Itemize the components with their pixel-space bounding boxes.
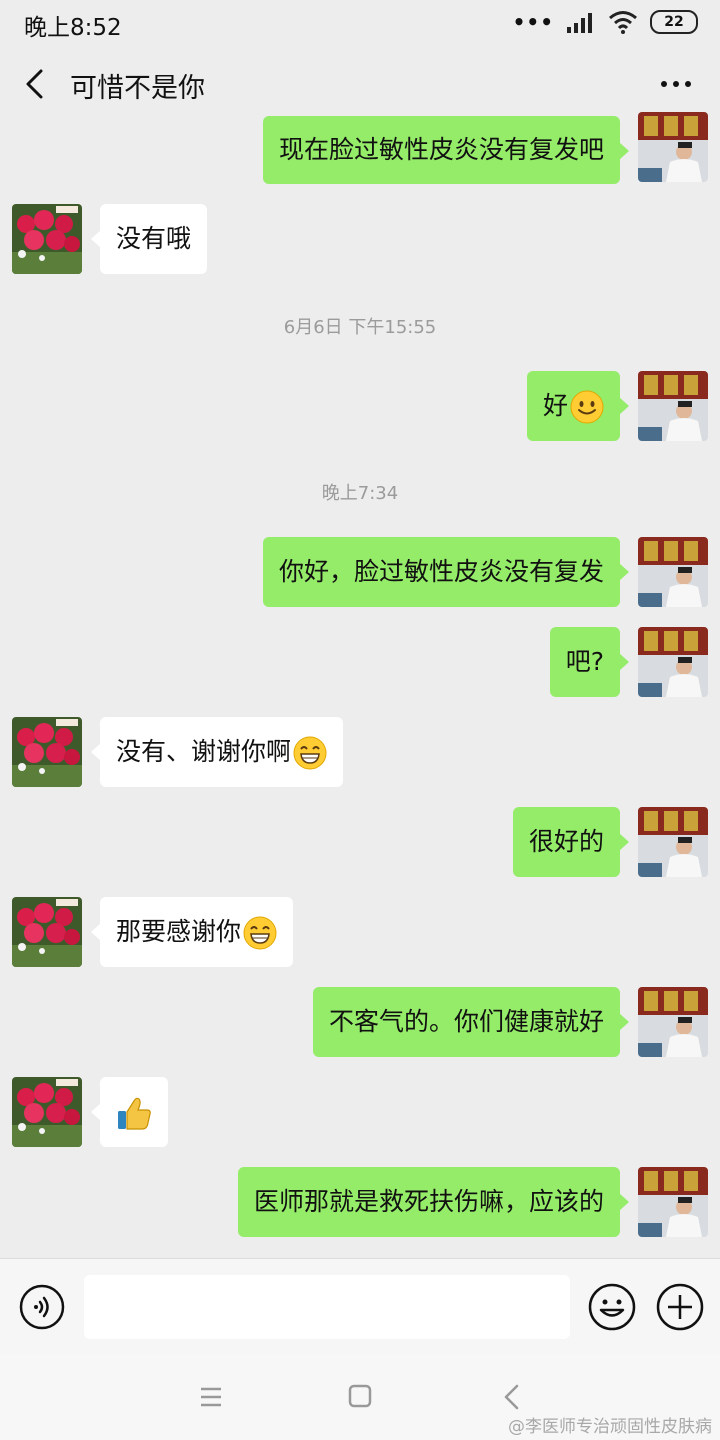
message-bubble[interactable]: 医师那就是救死扶伤嘛，应该的: [237, 1167, 630, 1237]
add-attachment-icon[interactable]: [654, 1281, 706, 1333]
status-icons: ••• 22: [513, 10, 698, 34]
status-time: 晚上8:52: [24, 15, 122, 41]
smile-emoji-icon: [570, 390, 604, 424]
chat-header: 可惜不是你: [0, 48, 720, 122]
more-options-icon[interactable]: [656, 66, 696, 102]
doctor-avatar[interactable]: [638, 627, 708, 697]
message-bubble[interactable]: 没有、谢谢你啊: [90, 717, 344, 787]
message-bubble[interactable]: 好: [526, 371, 630, 441]
message-text: 现在脸过敏性皮炎没有复发吧: [278, 135, 604, 164]
chat-message-received: 没有、谢谢你啊: [0, 717, 720, 787]
thumbs-up-emoji-icon: [118, 1097, 151, 1130]
message-input-bar: [0, 1258, 720, 1355]
chat-message-sent: 医师那就是救死扶伤嘛，应该的: [0, 1167, 720, 1237]
chat-timestamp: 6月6日 下午15:55: [283, 317, 437, 338]
signal-icon: [567, 13, 592, 33]
chat-message-sent: 好: [0, 371, 720, 441]
home-icon[interactable]: [346, 1382, 374, 1410]
back-arrow-icon[interactable]: [18, 66, 54, 102]
chat-message-sent: 吧?: [0, 627, 720, 697]
grin-emoji-icon: [243, 916, 277, 950]
message-bubble[interactable]: [91, 1077, 168, 1147]
emoji-picker-icon[interactable]: [586, 1281, 638, 1333]
wifi-icon: [609, 11, 637, 34]
system-nav-bar: @李医师专治顽固性皮肤病: [0, 1354, 720, 1440]
menu-icon[interactable]: [196, 1384, 226, 1410]
message-text: 没有哦: [116, 224, 192, 253]
back-icon[interactable]: [498, 1382, 526, 1412]
grin-emoji-icon: [293, 736, 327, 770]
message-text: 吧?: [565, 647, 604, 676]
chat-message-sent: 不客气的。你们健康就好: [0, 987, 720, 1057]
message-text: 很好的: [528, 827, 604, 856]
doctor-avatar[interactable]: [638, 1167, 708, 1237]
doctor-avatar[interactable]: [638, 112, 708, 182]
chat-message-sent: 现在脸过敏性皮炎没有复发吧: [0, 112, 720, 186]
chat-title: 可惜不是你: [70, 73, 205, 104]
watermark-text: @李医师专治顽固性皮肤病: [508, 1417, 712, 1437]
message-text: 好: [542, 391, 568, 420]
chat-timestamp: 晚上7:34: [321, 483, 399, 504]
battery-indicator: 22: [650, 10, 698, 34]
message-text: 医师那就是救死扶伤嘛，应该的: [253, 1187, 604, 1216]
message-bubble[interactable]: 不客气的。你们健康就好: [312, 987, 630, 1057]
patient-avatar[interactable]: [12, 204, 82, 274]
doctor-avatar[interactable]: [638, 537, 708, 607]
patient-avatar[interactable]: [12, 717, 82, 787]
message-bubble[interactable]: 那要感谢你: [90, 897, 294, 967]
message-text: 不客气的。你们健康就好: [328, 1007, 604, 1036]
chat-message-received: 那要感谢你: [0, 897, 720, 967]
message-input[interactable]: [84, 1275, 570, 1339]
message-bubble[interactable]: 没有哦: [90, 204, 208, 274]
message-bubble[interactable]: 吧?: [549, 627, 630, 697]
more-notifications-icon: •••: [512, 10, 554, 34]
message-text: 那要感谢你: [116, 917, 242, 946]
voice-input-icon[interactable]: [18, 1283, 66, 1331]
doctor-avatar[interactable]: [638, 371, 708, 441]
status-bar: 晚上8:52 ••• 22: [0, 0, 720, 48]
message-bubble[interactable]: 你好，脸过敏性皮炎没有复发: [262, 537, 630, 607]
message-bubble[interactable]: 现在脸过敏性皮炎没有复发吧: [262, 116, 630, 184]
patient-avatar[interactable]: [12, 1077, 82, 1147]
chat-message-received: [0, 1077, 720, 1147]
patient-avatar[interactable]: [12, 897, 82, 967]
chat-message-sent: 你好，脸过敏性皮炎没有复发: [0, 537, 720, 607]
message-text: 你好，脸过敏性皮炎没有复发: [278, 557, 604, 586]
chat-message-sent: 很好的: [0, 807, 720, 877]
doctor-avatar[interactable]: [638, 987, 708, 1057]
doctor-avatar[interactable]: [638, 807, 708, 877]
message-bubble[interactable]: 很好的: [512, 807, 630, 877]
message-text: 没有、谢谢你啊: [116, 737, 292, 766]
chat-message-received: 没有哦: [0, 204, 720, 274]
